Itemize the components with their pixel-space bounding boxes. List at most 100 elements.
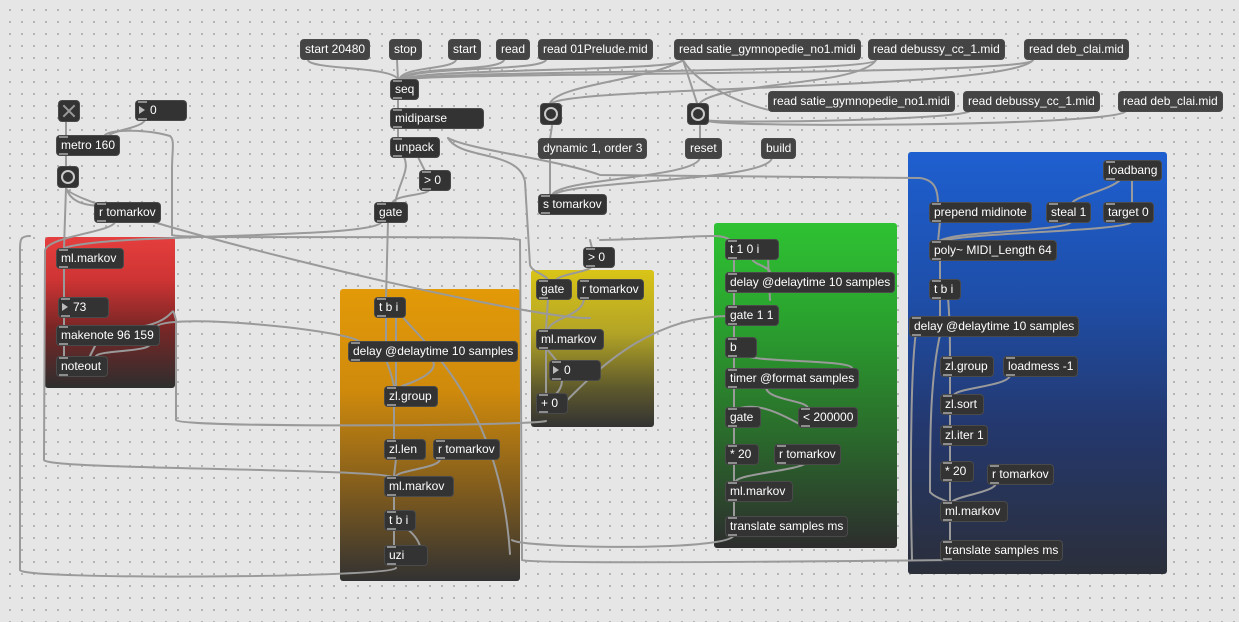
cord (402, 59, 1034, 81)
zl-iter-object[interactable]: zl.iter 1 (941, 426, 987, 445)
msg-read-debussy-2[interactable]: read debussy_cc_1.mid (964, 92, 1099, 111)
trigger-object[interactable]: t 1 0 i (726, 240, 778, 259)
s-tomarkov-object[interactable]: s tomarkov (539, 195, 606, 214)
gate-object[interactable]: gate 1 1 (726, 306, 778, 325)
bang-button[interactable] (688, 104, 708, 124)
msg-stop[interactable]: stop (390, 40, 421, 59)
r-tomarkov-object[interactable]: r tomarkov (578, 280, 643, 299)
unpack-object[interactable]: unpack (391, 138, 439, 157)
zl-group-object[interactable]: zl.group (941, 357, 993, 376)
gate-object[interactable]: gate (375, 203, 407, 222)
cord (107, 118, 146, 138)
uzi-object[interactable]: uzi (385, 546, 427, 565)
less-than-object[interactable]: < 200000 (799, 408, 858, 427)
number-triangle-icon (553, 366, 559, 374)
r-tomarkov-object[interactable]: r tomarkov (988, 465, 1053, 484)
cord (707, 110, 1127, 126)
gt-zero-object[interactable]: > 0 (584, 248, 614, 267)
timer-object[interactable]: timer @format samples (726, 369, 859, 388)
ml-markov-object[interactable]: ml.markov (57, 249, 123, 268)
msg-start-20480[interactable]: start 20480 (301, 40, 370, 59)
metro-object[interactable]: metro 160 (57, 136, 120, 155)
cord (599, 234, 731, 241)
prepend-object[interactable]: prepend midinote (930, 203, 1031, 222)
cord (551, 156, 701, 196)
bang-object[interactable]: b (726, 338, 756, 357)
toggle-x[interactable] (59, 101, 79, 121)
trigger-object[interactable]: t b i (930, 280, 960, 299)
gate-object[interactable]: gate (726, 408, 760, 427)
poly-object[interactable]: poly~ MIDI_Length 64 (930, 241, 1056, 260)
cord (401, 59, 877, 81)
translate-object[interactable]: translate samples ms (941, 541, 1063, 560)
gt-zero-object[interactable]: > 0 (420, 171, 450, 190)
midiparse-object[interactable]: midiparse (391, 109, 483, 128)
cord (396, 59, 399, 81)
cord (552, 156, 773, 196)
gate-object[interactable]: gate (537, 280, 571, 299)
translate-object[interactable]: translate samples ms (726, 517, 848, 536)
seq-object[interactable]: seq (391, 80, 419, 99)
r-tomarkov-object[interactable]: r tomarkov (95, 203, 160, 222)
msg-dynamic-order[interactable]: dynamic 1, order 3 (539, 139, 647, 158)
number-value: 0 (150, 103, 157, 117)
cord (394, 156, 407, 204)
cord (589, 239, 593, 249)
makenote-object[interactable]: makenote 96 159 (57, 326, 159, 345)
bang-button[interactable] (541, 104, 561, 124)
msg-start[interactable]: start (449, 40, 481, 59)
cord (447, 137, 549, 281)
plus-object[interactable]: + 0 (537, 394, 567, 413)
trigger-object[interactable]: t b i (385, 511, 415, 530)
ml-markov-object[interactable]: ml.markov (941, 502, 1007, 521)
cord (401, 59, 684, 81)
zl-len-object[interactable]: zl.len (385, 440, 425, 459)
delay-object[interactable]: delay @delaytime 10 samples (910, 317, 1079, 336)
cord (307, 59, 399, 81)
patcher-canvas[interactable]: start 20480 stop start read read 01Prelu… (0, 0, 1239, 622)
number-box[interactable]: 0 (550, 361, 600, 380)
trigger-object[interactable]: t b i (375, 298, 405, 317)
zl-group-object[interactable]: zl.group (385, 387, 437, 406)
msg-read-satie[interactable]: read satie_gymnopedie_no1.midi (675, 40, 860, 59)
delay-object[interactable]: delay @delaytime 10 samples (726, 273, 895, 292)
cord (400, 59, 547, 81)
multiply-object[interactable]: * 20 (941, 462, 973, 481)
cord (399, 59, 505, 81)
msg-read-01prelude[interactable]: read 01Prelude.mid (539, 40, 652, 59)
msg-read-deb-clai-2[interactable]: read deb_clai.mid (1119, 92, 1222, 111)
r-tomarkov-object[interactable]: r tomarkov (775, 445, 840, 464)
ml-markov-object[interactable]: ml.markov (537, 330, 603, 349)
number-triangle-icon (139, 106, 145, 114)
msg-read-debussy[interactable]: read debussy_cc_1.mid (869, 40, 1004, 59)
cord (703, 110, 971, 123)
steal-message[interactable]: steal 1 (1047, 203, 1091, 222)
msg-read-deb-clai[interactable]: read deb_clai.mid (1025, 40, 1128, 59)
loadbang-object[interactable]: loadbang (1104, 161, 1162, 180)
ml-markov-object[interactable]: ml.markov (385, 477, 453, 496)
msg-read-satie-2[interactable]: read satie_gymnopedie_no1.midi (769, 92, 954, 111)
bang-button[interactable] (58, 167, 78, 187)
cord (549, 59, 684, 104)
zl-sort-object[interactable]: zl.sort (941, 395, 983, 414)
noteout-object[interactable]: noteout (57, 357, 107, 376)
cord (391, 188, 431, 204)
cord (549, 125, 553, 140)
cord (682, 59, 698, 104)
cord (155, 320, 361, 343)
multiply-object[interactable]: * 20 (726, 445, 758, 464)
number-value: 0 (564, 363, 571, 377)
msg-reset[interactable]: reset (686, 139, 721, 158)
msg-read[interactable]: read (497, 40, 530, 59)
target-message[interactable]: target 0 (1104, 203, 1153, 222)
r-tomarkov-object[interactable]: r tomarkov (434, 440, 499, 459)
cord (511, 534, 735, 548)
delay-object[interactable]: delay @delaytime 10 samples (349, 342, 518, 361)
msg-build[interactable]: build (762, 139, 796, 158)
loadmess-object[interactable]: loadmess -1 (1004, 357, 1078, 376)
cord (398, 59, 457, 81)
ml-markov-object[interactable]: ml.markov (726, 482, 792, 501)
number-box[interactable]: 0 (136, 101, 186, 120)
number-box[interactable]: 73 (59, 298, 108, 317)
number-value: 73 (73, 300, 87, 314)
